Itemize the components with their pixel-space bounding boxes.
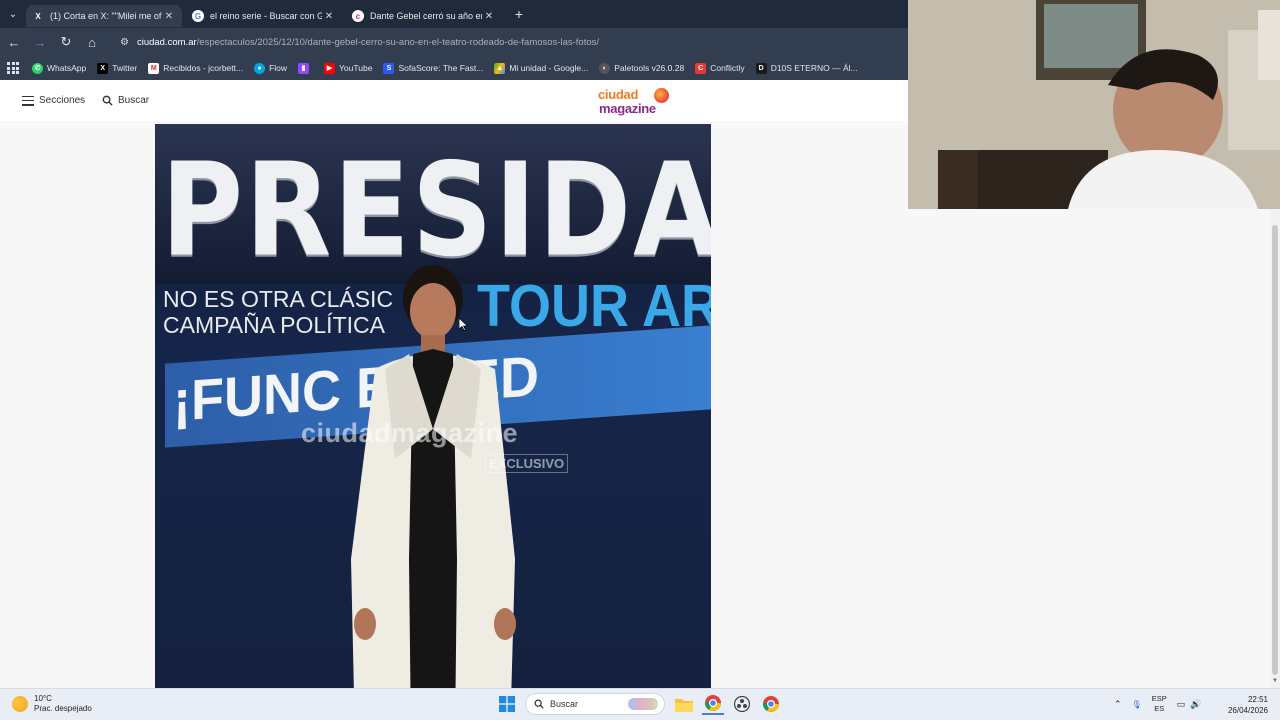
bookmark-label: SofaScore: The Fast... <box>398 63 484 73</box>
chrome-icon[interactable] <box>702 693 724 715</box>
tab-el-reino-serie[interactable]: G el reino serie - Buscar con Goog ✕ <box>186 5 342 27</box>
tab-title: Dante Gebel cerró su año en el <box>370 11 482 21</box>
bookmark-conflictly[interactable]: C Conflictly <box>695 62 745 74</box>
flow-icon: ● <box>254 62 266 74</box>
address-bar[interactable]: ⚙ ciudad.com.ar/espectaculos/2025/12/10/… <box>110 31 910 53</box>
bookmark-label: Twitter <box>112 63 138 73</box>
weather-widget[interactable]: 10°C Prac. despejado <box>12 694 92 714</box>
chrome-profile-icon[interactable] <box>760 693 782 715</box>
apps-grid-icon[interactable] <box>6 61 20 75</box>
system-tray: ⌃ 🎙 ESP ES ▭ 🔊 <box>1114 694 1201 714</box>
tab-close-icon[interactable]: ✕ <box>162 11 176 22</box>
bookmark-label: Paletools v26.0.28 <box>614 63 685 73</box>
youtube-icon: ▶ <box>324 62 336 74</box>
bookmark-whatsapp[interactable]: ✆ WhatsApp <box>32 62 87 74</box>
obs-icon[interactable] <box>731 693 753 715</box>
gmail-icon: M <box>148 62 160 74</box>
home-icon[interactable]: ⌂ <box>80 30 104 54</box>
system-clock[interactable]: 22:51 26/04/2026 <box>1222 694 1268 716</box>
bookmark-flow[interactable]: ● Flow <box>254 62 288 74</box>
scrollbar-thumb[interactable] <box>1272 225 1278 675</box>
person-figure <box>351 265 516 688</box>
bookmark-label: WhatsApp <box>47 63 87 73</box>
site-info-icon[interactable]: ⚙ <box>120 37 129 48</box>
bookmark-twitter[interactable]: X Twitter <box>97 62 138 74</box>
bookmark-label: Flow <box>269 63 288 73</box>
x-icon: X <box>97 62 109 74</box>
show-hidden-icons-chevron-icon[interactable]: ⌃ <box>1114 699 1122 710</box>
back-arrow-icon[interactable]: ← <box>2 30 26 54</box>
buscar-label: Buscar <box>118 95 150 106</box>
article-photo[interactable]: PRESIDAN NO ES OTRA CLÁSIC CAMPAÑA POLÍT… <box>155 124 711 688</box>
tab-dante-gebel[interactable]: c Dante Gebel cerró su año en el ✕ <box>346 5 502 27</box>
weather-desc: Prac. despejado <box>34 704 92 713</box>
d10s-icon: D <box>755 62 767 74</box>
bookmark-label: Recibidos - jcorbett... <box>163 63 244 73</box>
search-icon <box>534 699 544 709</box>
hamburger-icon <box>22 95 34 106</box>
secciones-label: Secciones <box>39 95 86 106</box>
webcam-scene <box>908 0 1280 209</box>
forward-arrow-icon[interactable]: → <box>28 30 52 54</box>
bookmark-youtube[interactable]: ▶ YouTube <box>324 62 373 74</box>
bookmark-paletools[interactable]: ◐ Paletools v26.0.28 <box>599 62 685 74</box>
ciudad-icon: c <box>352 10 364 22</box>
bookmark-twitch[interactable]: ▮ <box>298 62 313 74</box>
language-top: ESP <box>1151 694 1167 703</box>
drive-icon: ▲ <box>494 62 506 74</box>
taskbar-search-box[interactable]: Buscar <box>525 693 665 715</box>
sofascore-icon: S <box>383 62 395 74</box>
search-highlight-icon <box>628 698 658 710</box>
tab-title: el reino serie - Buscar con Goog <box>210 11 322 21</box>
scroll-down-icon[interactable]: ▼ <box>1271 678 1279 684</box>
search-icon <box>102 95 113 106</box>
bookmark-sofascore[interactable]: S SofaScore: The Fast... <box>383 62 484 74</box>
bookmark-d10s[interactable]: D D10S ETERNO — Ál... <box>755 62 858 74</box>
taskbar-search-label: Buscar <box>550 699 579 709</box>
volume-icon[interactable]: 🔊 <box>1190 699 1201 710</box>
clock-date: 26/04/2026 <box>1227 706 1268 715</box>
bookmark-label: D10S ETERNO — Ál... <box>770 63 858 73</box>
webcam-overlay <box>908 0 1280 209</box>
windows-start-icon[interactable] <box>496 693 518 715</box>
bookmark-mi-unidad[interactable]: ▲ Mi unidad - Google... <box>494 62 589 74</box>
clock-time: 22:51 <box>1247 695 1268 704</box>
watermark-text: ciudadmagazine <box>301 418 519 448</box>
mouse-cursor-icon <box>459 318 468 331</box>
buscar-button[interactable]: Buscar <box>102 95 149 106</box>
bookmark-recibidos[interactable]: M Recibidos - jcorbett... <box>148 62 244 74</box>
whatsapp-icon: ✆ <box>32 62 43 74</box>
weather-temp: 10°C <box>34 694 52 703</box>
tab-corta-en-x[interactable]: X (1) Corta en X: ""Milei me ofrec ✕ <box>26 5 182 27</box>
bookmark-label: Conflictly <box>710 63 745 73</box>
tab-title: (1) Corta en X: ""Milei me ofrec <box>50 11 162 21</box>
tab-close-icon[interactable]: ✕ <box>482 11 496 22</box>
x-icon: X <box>35 11 41 21</box>
new-tab-plus-icon[interactable]: + <box>510 5 528 23</box>
microphone-icon[interactable]: 🎙 <box>1132 700 1142 709</box>
secciones-menu-button[interactable]: Secciones <box>22 95 85 106</box>
windows-taskbar: 10°C Prac. despejado Buscar ⌃ 🎙 ESP ES ▭… <box>0 688 1280 720</box>
weather-sun-icon <box>12 696 28 712</box>
bookmark-label: Mi unidad - Google... <box>509 63 589 73</box>
watermark-tag: EXCLUSIVO <box>485 454 569 473</box>
logo-word-ciudad: ciudad <box>598 87 639 102</box>
logo-dot-icon <box>654 88 669 103</box>
language-bottom: ES <box>1154 704 1165 713</box>
file-explorer-icon[interactable] <box>673 693 695 715</box>
tab-close-icon[interactable]: ✕ <box>322 11 336 22</box>
bookmark-label: YouTube <box>339 63 373 73</box>
display-icon[interactable]: ▭ <box>1177 699 1186 710</box>
tab-search-chevron-icon[interactable]: ⌄ <box>0 0 26 28</box>
reload-icon[interactable]: ↻ <box>54 30 78 54</box>
conflictly-icon: C <box>695 62 707 74</box>
twitch-icon: ▮ <box>298 62 310 74</box>
ciudad-magazine-logo[interactable]: ciudad magazine <box>598 87 678 119</box>
url-host: ciudad.com.ar <box>136 36 197 48</box>
url-path: /espectaculos/2025/12/10/dante-gebel-cer… <box>196 36 600 48</box>
logo-word-magazine: magazine <box>599 101 656 116</box>
paletools-icon: ◐ <box>599 62 611 74</box>
language-indicator[interactable]: ESP ES <box>1152 694 1167 714</box>
google-icon: G <box>192 10 204 22</box>
